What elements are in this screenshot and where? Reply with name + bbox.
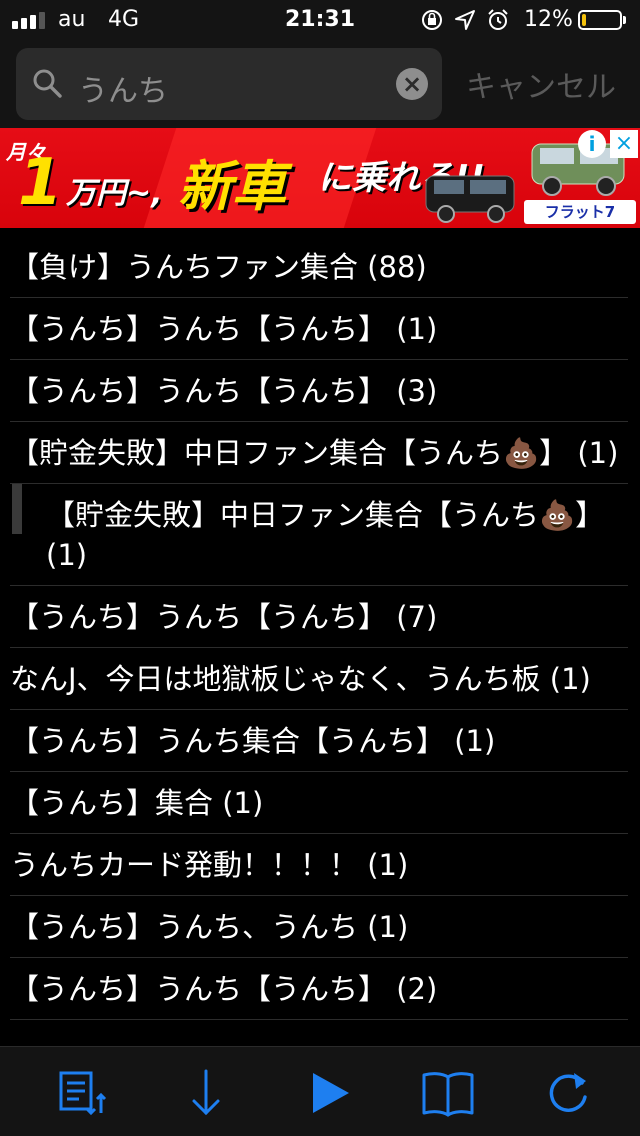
- thread-title: 【うんち】うんち集合【うんち】 (1): [10, 724, 496, 758]
- battery-icon: [578, 10, 622, 30]
- cancel-button[interactable]: キャンセル: [466, 62, 616, 106]
- thread-title: 【うんち】集合 (1): [10, 786, 264, 820]
- thread-list-item[interactable]: 【貯金失敗】中日ファン集合【うんち💩】 (1): [10, 484, 628, 586]
- thread-list-item[interactable]: 【うんち】集合 (1): [10, 772, 628, 834]
- thread-title: 【うんち】うんち【うんち】 (2): [10, 972, 438, 1006]
- ad-price-unit: 万円~,: [66, 176, 163, 211]
- status-bar: au 4G 21:31 12%: [0, 0, 640, 40]
- result-list: 【負け】うんちファン集合 (88) 【うんち】うんち【うんち】 (1) 【うんち】う…: [0, 236, 640, 1020]
- ad-logo: フラット7: [524, 200, 636, 224]
- thread-list-item[interactable]: 【負け】うんちファン集合 (88): [10, 236, 628, 298]
- ad-headline: 新車: [178, 155, 286, 218]
- thread-list-item[interactable]: 【うんち】うんち【うんち】 (3): [10, 360, 628, 422]
- car-image: [425, 175, 515, 223]
- play-icon[interactable]: [301, 1065, 357, 1121]
- thread-list-item[interactable]: 【うんち】うんち【うんち】 (1): [10, 298, 628, 360]
- thread-title: なんJ、今日は地獄板じゃなく、うんち板 (1): [10, 662, 591, 696]
- sort-list-icon[interactable]: [55, 1065, 111, 1121]
- thread-list-item[interactable]: なんJ、今日は地獄板じゃなく、うんち板 (1): [10, 648, 628, 710]
- thread-list-item[interactable]: 【うんち】うんち、うんち (1): [10, 896, 628, 958]
- ad-info-icon[interactable]: i: [578, 130, 606, 158]
- thread-title: 【うんち】うんち【うんち】 (1): [10, 312, 438, 346]
- thread-title: 【うんち】うんち【うんち】 (3): [10, 374, 438, 408]
- alarm-icon: [488, 9, 508, 30]
- battery-tip: [623, 16, 626, 24]
- ad-price-number: 1: [18, 146, 63, 220]
- battery-percent: 12%: [524, 7, 573, 32]
- thread-title: 【負け】うんちファン集合 (88): [10, 250, 427, 284]
- screen: au 4G 21:31 12% うんち × キャンセル 月々 1 万円~, 新車…: [0, 0, 640, 1136]
- search-bar: うんち × キャンセル: [0, 40, 640, 128]
- bookmarks-icon[interactable]: [420, 1065, 476, 1121]
- clear-search-button[interactable]: ×: [396, 68, 428, 100]
- orientation-lock-icon: [422, 10, 442, 30]
- status-icons: [420, 8, 510, 32]
- ad-banner[interactable]: 月々 1 万円~, 新車 に乗れる!! フラット7 i ×: [0, 128, 640, 228]
- thread-list-item[interactable]: 【うんち】うんち集合【うんち】 (1): [10, 710, 628, 772]
- thread-list-item[interactable]: 【貯金失敗】中日ファン集合【うんち💩】 (1): [10, 422, 628, 484]
- thread-title: 【貯金失敗】中日ファン集合【うんち💩】 (1): [10, 436, 619, 470]
- location-icon: [455, 10, 475, 30]
- battery-level: [582, 14, 586, 26]
- thread-list-item[interactable]: 【うんち】うんち【うんち】 (2): [10, 958, 628, 1020]
- thread-list-item[interactable]: 【うんち】うんち【うんち】 (7): [10, 586, 628, 648]
- ad-close-icon[interactable]: ×: [610, 130, 638, 158]
- thread-title: 【うんち】うんち【うんち】 (7): [10, 600, 438, 634]
- scroll-down-icon[interactable]: [178, 1065, 234, 1121]
- indent-marker: [12, 484, 22, 534]
- refresh-icon[interactable]: [540, 1065, 596, 1121]
- thread-title: 【貯金失敗】中日ファン集合【うんち💩】 (1): [46, 498, 605, 572]
- thread-title: うんちカード発動！！！！ (1): [10, 848, 409, 882]
- search-icon: [33, 69, 62, 98]
- bottom-toolbar: [0, 1046, 640, 1136]
- thread-title: 【うんち】うんち、うんち (1): [10, 910, 409, 944]
- search-query: うんち: [78, 74, 168, 109]
- thread-list-item[interactable]: うんちカード発動！！！！ (1): [10, 834, 628, 896]
- search-input[interactable]: うんち ×: [16, 48, 442, 120]
